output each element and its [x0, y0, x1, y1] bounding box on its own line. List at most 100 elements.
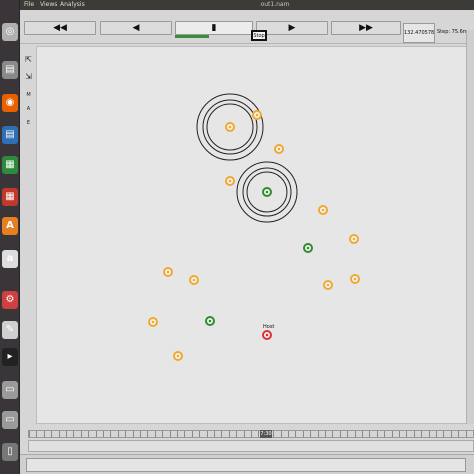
ruler-tick: [288, 431, 289, 437]
ruler-tick: [95, 431, 97, 437]
time-ruler[interactable]: [28, 430, 474, 438]
trash-icon-glyph: ▯: [7, 446, 13, 457]
node-center: [166, 270, 170, 274]
node-center: [176, 354, 180, 358]
ruler-tick: [184, 431, 186, 437]
ruler-tick: [465, 431, 467, 437]
forward-fast-button[interactable]: ▶▶: [331, 21, 401, 35]
node-center: [228, 125, 232, 129]
node-center: [265, 190, 269, 194]
impress-icon-glyph: ▦: [5, 191, 15, 202]
ruler-tick: [273, 431, 275, 437]
amazon-icon[interactable]: a: [2, 250, 18, 268]
writer-icon[interactable]: ▤: [2, 126, 18, 144]
ruler-tick: [317, 431, 319, 437]
ruler-tick: [332, 431, 334, 437]
annotate-tool[interactable]: A: [23, 104, 34, 115]
ruler-tick: [206, 431, 208, 437]
ruler-tick: [88, 431, 90, 437]
node-center: [353, 277, 357, 281]
time-marker[interactable]: 7:30: [260, 430, 272, 438]
drive-icon[interactable]: ▭: [2, 381, 18, 399]
menu-views[interactable]: Views: [40, 0, 57, 10]
zoom-in-icon[interactable]: ⇱: [23, 54, 34, 65]
ruler-tick: [117, 431, 119, 437]
ruler-tick: [140, 431, 141, 437]
ruler-tick: [103, 431, 104, 437]
node-center: [306, 246, 310, 250]
ruler-tick: [310, 431, 312, 437]
ruler-tick: [243, 431, 245, 437]
ruler-tick: [73, 431, 75, 437]
node-center: [228, 179, 232, 183]
ruler-tick: [339, 431, 341, 437]
terminal-icon[interactable]: ▸: [2, 348, 18, 366]
node-center: [265, 333, 269, 337]
ruler-tick: [132, 431, 134, 437]
ruler-tick: [221, 431, 223, 437]
ruler-tick: [214, 431, 215, 437]
firefox-icon[interactable]: ◉: [2, 94, 18, 112]
step-back-button[interactable]: ◀: [100, 21, 172, 35]
vertical-scrollbar[interactable]: [466, 30, 474, 424]
node-center: [151, 320, 155, 324]
calc-icon-glyph: ▦: [5, 159, 15, 170]
ruler-tick: [251, 431, 252, 437]
node-center: [208, 319, 212, 323]
menu-file[interactable]: File: [24, 0, 34, 10]
ruler-tick: [413, 431, 415, 437]
files-icon[interactable]: ▤: [2, 61, 18, 79]
text-editor-icon-glyph: ✎: [5, 324, 15, 335]
ruler-tick: [58, 431, 60, 437]
node-center: [326, 283, 330, 287]
statusbar: [20, 454, 474, 474]
writer-icon-glyph: ▤: [5, 129, 15, 140]
ruler-tick: [399, 431, 400, 437]
ruler-tick: [443, 431, 445, 437]
software-center-icon-glyph: A: [6, 220, 14, 231]
ruler-tick: [302, 431, 304, 437]
monitor-tool[interactable]: M: [23, 90, 34, 101]
ruler-tick: [228, 431, 230, 437]
ruler-tick: [154, 431, 156, 437]
rewind-fast-button[interactable]: ◀◀: [24, 21, 96, 35]
network-canvas[interactable]: Host: [36, 46, 468, 424]
launcher: ◎ ▤ ◉ ▤ ▦ ▦ Aa ⚙ ✎ ▸ ▭ ▭ ▯: [0, 0, 20, 474]
ruler-tick: [295, 431, 297, 437]
trash-icon[interactable]: ▯: [2, 443, 18, 461]
ruler-tick: [110, 431, 112, 437]
settings-icon[interactable]: ⚙: [2, 291, 18, 309]
impress-icon[interactable]: ▦: [2, 188, 18, 206]
progress-bar: [175, 35, 209, 38]
node-center: [321, 208, 325, 212]
ruler-tick: [43, 431, 45, 437]
drive-icon-2-glyph: ▭: [5, 414, 15, 425]
ruler-tick: [177, 431, 178, 437]
ruler-tick: [354, 431, 356, 437]
menu-analysis[interactable]: Analysis: [60, 0, 85, 10]
zoom-out-icon[interactable]: ⇲: [23, 71, 34, 82]
edit-tool[interactable]: E: [23, 118, 34, 129]
ruler-tick: [280, 431, 282, 437]
ruler-tick: [347, 431, 349, 437]
dash-home-icon-glyph: ◎: [5, 26, 15, 37]
time-display: 132.470578: [403, 23, 435, 43]
drive-icon-2[interactable]: ▭: [2, 411, 18, 429]
window-title: out1.nam: [260, 1, 290, 8]
firefox-icon-glyph: ◉: [5, 97, 15, 108]
stop-button[interactable]: ▮: [175, 21, 253, 35]
calc-icon[interactable]: ▦: [2, 156, 18, 174]
text-editor-icon[interactable]: ✎: [2, 321, 18, 339]
node-center: [277, 147, 281, 151]
node-center: [192, 278, 196, 282]
ruler-tick: [199, 431, 201, 437]
stop-tooltip: Stop: [251, 30, 267, 41]
playback-toolbar: ◀◀ ◀ ▮ ▶ ▶▶ Stop 132.470578 Step: 75.6ms: [20, 10, 474, 44]
dash-home-icon[interactable]: ◎: [2, 23, 18, 41]
ruler-tick: [162, 431, 164, 437]
software-center-icon[interactable]: A: [2, 217, 18, 235]
ruler-tick: [376, 431, 378, 437]
ruler-tick: [450, 431, 452, 437]
ruler-tick: [421, 431, 423, 437]
tool-column: ⇱ ⇲ M A E: [20, 44, 36, 424]
